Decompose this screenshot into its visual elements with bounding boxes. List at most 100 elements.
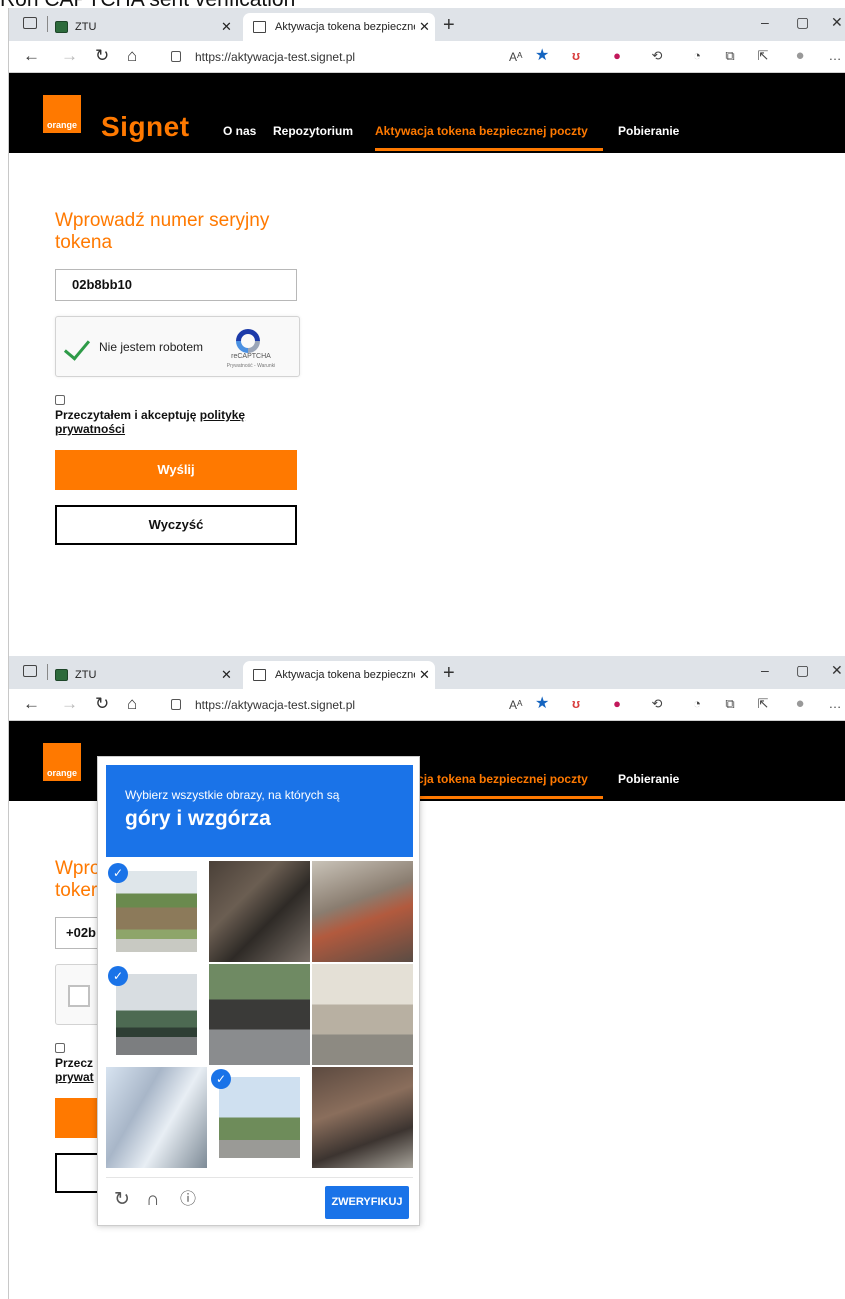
new-tab-icon[interactable]: + bbox=[443, 13, 455, 37]
tab-aktywacja[interactable]: Aktywacja tokena bezpiecznej p ✕ bbox=[243, 13, 435, 41]
image-tile[interactable] bbox=[312, 964, 413, 1065]
image-tile[interactable] bbox=[209, 861, 310, 962]
menu-item-pobieranie[interactable]: Pobieranie bbox=[618, 124, 679, 138]
image-grid: ✓ ✓ ✓ bbox=[106, 861, 413, 1168]
favorite-star-icon[interactable]: ★ bbox=[535, 694, 549, 714]
url-text: https://aktywacja-test.signet.pl bbox=[195, 50, 356, 64]
back-icon[interactable]: ← bbox=[23, 694, 40, 714]
profile-avatar-icon[interactable]: ● bbox=[792, 696, 808, 712]
audio-headphones-icon[interactable]: ∩ bbox=[146, 1190, 160, 1210]
reload-icon[interactable]: ↻ bbox=[114, 1190, 130, 1210]
tile-photo bbox=[116, 974, 197, 1055]
read-aloud-icon[interactable]: Aᴬ bbox=[509, 695, 522, 715]
collections-icon[interactable]: ⧉ bbox=[722, 696, 738, 712]
verify-button[interactable]: ZWERYFIKUJ bbox=[325, 1186, 409, 1219]
privacy-link-2[interactable]: prywatności bbox=[55, 422, 125, 436]
collections-icon[interactable]: ⧉ bbox=[722, 48, 738, 64]
image-tile[interactable] bbox=[106, 1067, 207, 1168]
tab-actions-icon[interactable] bbox=[23, 17, 37, 29]
recaptcha-links[interactable]: Prywatność - Warunki bbox=[206, 363, 296, 369]
privacy-link[interactable]: prywat bbox=[55, 1070, 94, 1084]
window-close-icon[interactable]: ✕ bbox=[831, 14, 843, 31]
captcha-label: Nie jestem robotem bbox=[99, 340, 204, 354]
tab-ztu[interactable]: ZTU ✕ bbox=[55, 13, 240, 41]
url-field[interactable]: https://aktywacja-test.signet.pl Aᴬ ★ bbox=[171, 47, 666, 67]
share-icon[interactable]: ⇱ bbox=[755, 696, 771, 712]
minimize-icon[interactable]: – bbox=[761, 14, 769, 30]
selected-check-icon: ✓ bbox=[108, 966, 128, 986]
captcha-checkbox[interactable] bbox=[68, 985, 90, 1007]
read-aloud-icon[interactable]: Aᴬ bbox=[509, 47, 522, 67]
ztu-favicon-icon bbox=[55, 669, 68, 681]
close-tab-icon[interactable]: ✕ bbox=[221, 661, 232, 689]
image-tile[interactable] bbox=[312, 1067, 413, 1168]
tab-label: Aktywacja tokena bezpiecznej p bbox=[275, 669, 415, 681]
tab-label: ZTU bbox=[75, 21, 97, 33]
refresh-icon[interactable]: ↻ bbox=[95, 694, 109, 714]
accept-checkbox[interactable] bbox=[55, 1043, 65, 1053]
url-field[interactable]: https://aktywacja-test.signet.pl Aᴬ ★ bbox=[171, 695, 666, 715]
tab-aktywacja[interactable]: Aktywacja tokena bezpiecznej p ✕ bbox=[243, 661, 435, 689]
accept-checkbox[interactable] bbox=[55, 395, 65, 405]
history-icon[interactable]: ◔ bbox=[689, 48, 705, 64]
refresh-icon[interactable]: ↻ bbox=[95, 46, 109, 66]
orange-logo[interactable]: orange bbox=[43, 743, 81, 781]
extension-badge-icon[interactable]: ● bbox=[609, 48, 625, 64]
orange-logo[interactable]: orange bbox=[43, 95, 81, 133]
image-tile[interactable]: ✓ bbox=[209, 1067, 310, 1168]
home-icon[interactable]: ⌂ bbox=[127, 694, 137, 714]
menu-item-aktywacja[interactable]: Aktywacja tokena bezpiecznej poczty bbox=[375, 124, 588, 138]
maximize-icon[interactable]: ▢ bbox=[796, 14, 809, 31]
menu-item-o-nas[interactable]: O nas bbox=[223, 124, 256, 138]
history-icon[interactable]: ◔ bbox=[689, 696, 705, 712]
extension-badge-icon[interactable]: ● bbox=[609, 696, 625, 712]
window-close-icon[interactable]: ✕ bbox=[831, 662, 843, 679]
tile-photo bbox=[219, 1077, 300, 1158]
menu-item-repozytorium[interactable]: Repozytorium bbox=[273, 124, 353, 138]
image-tile[interactable] bbox=[209, 964, 310, 1065]
forward-icon[interactable]: → bbox=[61, 46, 78, 66]
tab-separator bbox=[47, 16, 48, 32]
serial-number-input[interactable]: 02b8bb10 bbox=[55, 269, 297, 301]
image-tile[interactable]: ✓ bbox=[106, 964, 207, 1065]
recaptcha-brand: reCAPTCHA bbox=[231, 353, 271, 360]
tile-photo bbox=[116, 871, 197, 952]
tab-actions-icon[interactable] bbox=[23, 665, 37, 677]
recaptcha-logo-icon bbox=[236, 329, 260, 353]
back-icon[interactable]: ← bbox=[23, 46, 40, 66]
lock-icon bbox=[171, 699, 181, 710]
minimize-icon[interactable]: – bbox=[761, 662, 769, 678]
menu-item-pobieranie[interactable]: Pobieranie bbox=[618, 772, 679, 786]
accept-text: Przecz bbox=[55, 1056, 94, 1070]
extensions-icon[interactable]: ⟲ bbox=[649, 696, 665, 712]
more-icon[interactable]: … bbox=[827, 696, 843, 712]
new-tab-icon[interactable]: + bbox=[443, 661, 455, 685]
close-tab-icon[interactable]: ✕ bbox=[221, 13, 232, 41]
forward-icon[interactable]: → bbox=[61, 694, 78, 714]
close-tab-icon[interactable]: ✕ bbox=[419, 661, 430, 689]
accept-label: Przeczytałem i akceptuję politykę prywat… bbox=[55, 408, 295, 436]
extensions-icon[interactable]: ⟲ bbox=[649, 48, 665, 64]
profile-avatar-icon[interactable]: ● bbox=[792, 48, 808, 64]
form-title-line-1: Wpro bbox=[55, 858, 101, 879]
close-tab-icon[interactable]: ✕ bbox=[419, 13, 430, 41]
brand-name[interactable]: Signet bbox=[101, 111, 190, 143]
tab-strip: ZTU ✕ Aktywacja tokena bezpiecznej p ✕ +… bbox=[9, 8, 845, 41]
home-icon[interactable]: ⌂ bbox=[127, 46, 137, 66]
recaptcha-widget[interactable]: Nie jestem robotem reCAPTCHA Prywatność … bbox=[55, 316, 300, 377]
more-icon[interactable]: … bbox=[827, 48, 843, 64]
send-button[interactable]: Wyślij bbox=[55, 450, 297, 490]
extension-shield-icon[interactable]: ʊ bbox=[568, 48, 584, 64]
info-icon[interactable]: ⓘ bbox=[180, 1190, 196, 1210]
tab-separator bbox=[47, 664, 48, 680]
privacy-link-1[interactable]: politykę bbox=[200, 408, 245, 422]
favorite-star-icon[interactable]: ★ bbox=[535, 46, 549, 66]
image-tile[interactable] bbox=[312, 861, 413, 962]
extension-shield-icon[interactable]: ʊ bbox=[568, 696, 584, 712]
image-tile[interactable]: ✓ bbox=[106, 861, 207, 962]
clear-button[interactable]: Wyczyść bbox=[55, 505, 297, 545]
maximize-icon[interactable]: ▢ bbox=[796, 662, 809, 679]
share-icon[interactable]: ⇱ bbox=[755, 48, 771, 64]
tab-ztu[interactable]: ZTU ✕ bbox=[55, 661, 240, 689]
challenge-footer: ↻ ∩ ⓘ ZWERYFIKUJ bbox=[106, 1177, 413, 1221]
